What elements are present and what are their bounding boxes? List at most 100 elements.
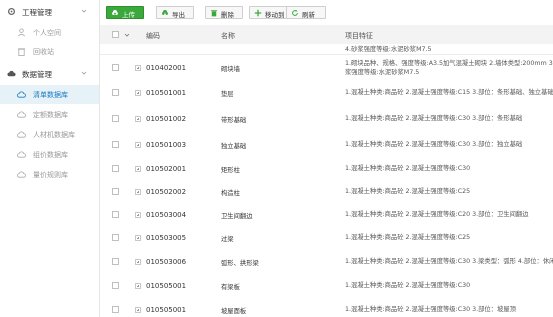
cell-name: 坡屋面板: [221, 308, 247, 315]
bill-table: 编码 名称 项目特征 4.砂浆强度等级:水泥砂浆M7.5 010402001 砌块…: [100, 25, 553, 317]
feature-line: 1.砌块品种、规格、强度等级:A3.5加气混凝土砌块 2.墙体类型:200mm …: [345, 60, 553, 67]
feature-line: 1.混凝土种类:商品砼 2.混凝土强度等级:C25: [345, 234, 471, 241]
expand-icon[interactable]: [135, 307, 141, 313]
table-row[interactable]: 010503006 弧形、拱形梁 1.混凝土种类:商品砼 2.混凝土强度等级:C30…: [100, 250, 553, 275]
move-to-label: 移动到: [265, 11, 285, 19]
cell-feature: 1.混凝土种类:商品砼 2.混凝土强度等级:C30: [345, 281, 553, 290]
table-row[interactable]: 010505001 有梁板 1.混凝土种类:商品砼 2.混凝土强度等级:C30: [100, 274, 553, 299]
upload-icon: [112, 10, 118, 16]
app-window: 工程管理 个人空间 回收站 数据管理 清单数据库 定额数据库 人材机数据库 组价…: [0, 0, 553, 317]
cloud-icon: [17, 91, 26, 98]
cell-feature: 1.混凝土种类:商品砼 2.混凝土强度等级:C30 3.梁类型：弧形 4.部位：…: [345, 257, 553, 266]
sidebar-item-recycle-bin[interactable]: 回收站: [0, 42, 99, 61]
expand-icon[interactable]: [135, 116, 141, 122]
row-checkbox[interactable]: [112, 141, 119, 148]
cell-code: 010503005: [146, 234, 187, 242]
row-checkbox[interactable]: [112, 165, 119, 172]
cell-code: 010402001: [146, 64, 187, 72]
table-row[interactable]: 010503004 卫生间翻边 1.混凝土种类:商品砼 2.混凝土强度等级:C20 …: [100, 204, 553, 227]
delete-button[interactable]: 删除: [205, 6, 243, 19]
feature-line: 1.混凝土种类:商品砼 2.混凝土强度等级:C20 3.部位：卫生间翻边: [345, 211, 529, 218]
cell-feature: 1.砌块品种、规格、强度等级:A3.5加气混凝土砌块 2.墙体类型:200mm …: [345, 59, 553, 77]
expand-icon[interactable]: [135, 166, 141, 172]
cell-name: 过梁: [221, 236, 234, 243]
expand-icon[interactable]: [135, 212, 141, 218]
expand-icon[interactable]: [135, 259, 141, 265]
cloud-icon: [17, 111, 26, 118]
sidebar-item-label: 定额数据库: [33, 111, 68, 119]
cell-feature: 1.混凝土种类:商品砼 2.混凝土强度等级:C30 3.部位：条形基础: [345, 114, 553, 123]
upload-label: 上传: [122, 11, 135, 19]
row-checkbox[interactable]: [112, 115, 119, 122]
cell-code: 010505001: [146, 282, 187, 290]
row-checkbox[interactable]: [112, 282, 119, 289]
expand-icon[interactable]: [135, 235, 141, 241]
row-checkbox[interactable]: [112, 306, 119, 313]
sidebar-item-label: 人材机数据库: [33, 131, 75, 139]
sidebar-item-quota-db[interactable]: 定额数据库: [0, 105, 99, 124]
cell-feature: 1.混凝土种类:商品砼 2.混凝土强度等级:C25: [345, 233, 553, 242]
chevron-down-icon: [81, 9, 87, 13]
table-row[interactable]: 010501003 独立基础 1.混凝土种类:商品砼 2.混凝土强度等级:C30 3…: [100, 132, 553, 159]
table-row[interactable]: 010502001 矩形柱 1.混凝土种类:商品砼 2.混凝土强度等级:C30: [100, 158, 553, 181]
cloud-icon: [7, 70, 16, 77]
cell-code: 010501001: [146, 89, 187, 97]
row-checkbox[interactable]: [112, 234, 119, 241]
refresh-label: 刷新: [302, 11, 315, 19]
select-all-checkbox[interactable]: [112, 31, 119, 38]
cell-code: 010505001: [146, 306, 187, 314]
cell-code: 010501002: [146, 115, 187, 123]
sidebar-item-label: 回收站: [33, 48, 54, 56]
cell-feature: 1.混凝土种类:商品砼 2.混凝土强度等级:C15 3.部位：条形基础、独立基础…: [345, 88, 553, 97]
expand-icon[interactable]: [135, 283, 141, 289]
row-checkbox[interactable]: [112, 211, 119, 218]
table-header: 编码 名称 项目特征: [100, 25, 553, 45]
cell-code: 010502002: [146, 188, 187, 196]
feature-line: 1.混凝土种类:商品砼 2.混凝土强度等级:C30: [345, 282, 471, 289]
chevron-down-icon[interactable]: [124, 32, 130, 38]
header-code: 编码: [146, 32, 160, 40]
row-checkbox[interactable]: [112, 64, 119, 71]
sidebar-item-personal-space[interactable]: 个人空间: [0, 23, 99, 42]
feature-line: 1.混凝土种类:商品砼 2.混凝土强度等级:C15 3.部位：条形基础、独立基础…: [345, 89, 553, 96]
cell-feature: 1.混凝土种类:商品砼 2.混凝土强度等级:C30 3.部位：坡屋顶: [345, 305, 553, 314]
table-row[interactable]: 010502002 构造柱 1.混凝土种类:商品砼 2.混凝土强度等级:C25: [100, 180, 553, 205]
sidebar-group-label: 数据管理: [22, 70, 52, 79]
feature-line: 1.混凝土种类:商品砼 2.混凝土强度等级:C30 3.部位：坡屋顶: [345, 306, 516, 313]
sidebar-item-price-rules-db[interactable]: 量价规则库: [0, 165, 99, 184]
sidebar-item-labor-material-db[interactable]: 人材机数据库: [0, 125, 99, 144]
expand-icon[interactable]: [135, 189, 141, 195]
table-row[interactable]: 010402001 砌块墙 1.砌块品种、规格、强度等级:A3.5加气混凝土砌块 2…: [100, 56, 553, 81]
sidebar-item-label: 量价规则库: [33, 171, 68, 179]
cell-name: 有梁板: [221, 284, 240, 291]
expand-icon[interactable]: [135, 142, 141, 148]
sidebar-item-pricing-db[interactable]: 组价数据库: [0, 145, 99, 164]
refresh-icon: [292, 9, 298, 16]
cloud-icon: [17, 171, 26, 178]
cell-feature: 1.混凝土种类:商品砼 2.混凝土强度等级:C20 3.部位：卫生间翻边: [345, 210, 553, 219]
sidebar-item-bill-db[interactable]: 清单数据库: [0, 85, 99, 104]
refresh-button[interactable]: 刷新: [286, 6, 326, 19]
chevron-down-icon: [81, 71, 87, 75]
upload-button[interactable]: 上传: [106, 6, 144, 19]
table-row[interactable]: 010501002 带形基础 1.混凝土种类:商品砼 2.混凝土强度等级:C30 3…: [100, 106, 553, 133]
table-row[interactable]: 010505001 坡屋面板 1.混凝土种类:商品砼 2.混凝土强度等级:C30 3…: [100, 298, 553, 317]
sidebar-item-label: 个人空间: [33, 29, 61, 37]
table-row[interactable]: 010501001 垫层 1.混凝土种类:商品砼 2.混凝土强度等级:C15 3.部…: [100, 80, 553, 107]
expand-icon[interactable]: [135, 65, 141, 71]
export-button[interactable]: 导出: [156, 6, 194, 19]
cell-name: 带形基础: [221, 117, 247, 124]
expand-icon[interactable]: [135, 90, 141, 96]
row-checkbox[interactable]: [112, 188, 119, 195]
sidebar-group-project[interactable]: 工程管理: [0, 2, 99, 22]
sidebar-group-data[interactable]: 数据管理: [0, 64, 99, 84]
row-checkbox[interactable]: [112, 258, 119, 265]
row-checkbox[interactable]: [112, 89, 119, 96]
table-row-partial: 4.砂浆强度等级:水泥砂浆M7.5: [100, 44, 553, 55]
cell-code: 010503004: [146, 211, 187, 219]
cell-name: 矩形柱: [221, 167, 240, 174]
cell-code: 010501003: [146, 141, 187, 149]
table-row[interactable]: 010503005 过梁 1.混凝土种类:商品砼 2.混凝土强度等级:C25: [100, 226, 553, 251]
cell-name: 构造柱: [221, 190, 240, 197]
gear-icon: [7, 7, 16, 16]
